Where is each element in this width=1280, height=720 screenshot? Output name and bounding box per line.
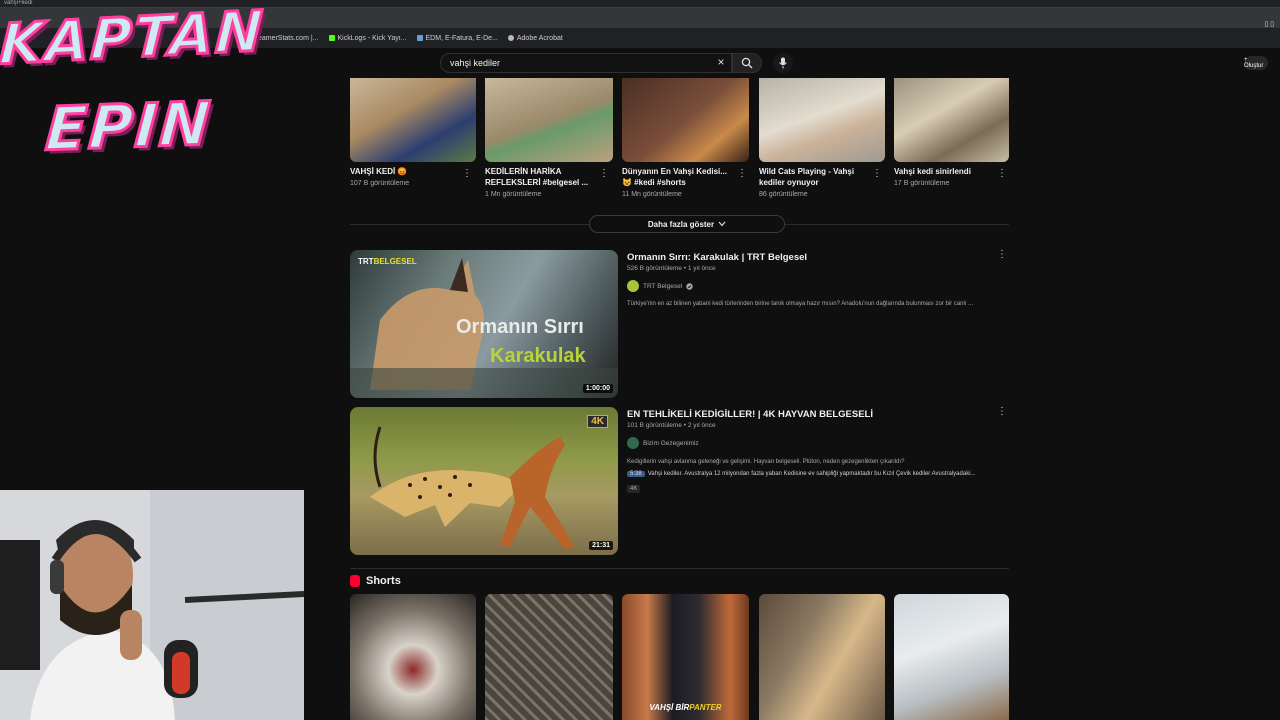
chevron-down-icon [718, 221, 726, 227]
thumb-title-2: Karakulak [490, 345, 586, 367]
logo-line-2: EPIN [42, 88, 216, 167]
video-description: Kedigillerin vahşi avlanma geleneği ve g… [627, 459, 905, 465]
short-thumbnail[interactable] [894, 594, 1009, 720]
thumb-brand: TRTBELGESEL [358, 257, 417, 266]
short-thumbnail[interactable] [759, 594, 885, 720]
voice-search-button[interactable] [773, 53, 793, 73]
video-thumbnail[interactable]: TRTBELGESEL Ormanın Sırrı Karakulak 1:00… [350, 250, 618, 398]
divider [350, 568, 1009, 569]
show-more-label: Daha fazla göster [647, 219, 715, 229]
short-title-line: KEDİLERİN HARİKA [485, 167, 562, 176]
video-title[interactable]: Ormanın Sırrı: Karakulak | TRT Belgesel [627, 252, 807, 263]
video-thumbnail[interactable]: 4K 21:31 [350, 407, 618, 555]
channel-avatar [627, 280, 639, 292]
bookmark-edm[interactable]: EDM, E-Fatura, E-De... [416, 34, 498, 42]
video-meta: 101 B görüntüleme • 2 yıl önce [627, 422, 716, 429]
more-options-icon[interactable]: ⋮ [997, 407, 1007, 417]
short-title-line: Vahşi kedi sinirlendi [894, 167, 971, 176]
short-thumbnail[interactable] [622, 78, 749, 162]
short-title-line: Dünyanın En Vahşi Kedisi... [622, 167, 727, 176]
short-title-line: kediler oynuyor [759, 178, 819, 187]
short-title-line: Wild Cats Playing - Vahşi [759, 167, 855, 176]
chapter-timestamp: 5:38 [627, 471, 645, 477]
short-thumbnail[interactable]: VAHŞİ BİRPANTER [622, 594, 749, 720]
cheetah-illustration [370, 426, 575, 549]
video-title[interactable]: EN TEHLİKELİ KEDİGİLLER! | 4K HAYVAN BEL… [627, 409, 873, 420]
short-title[interactable]: VAHŞİ KEDİ 😡 [350, 166, 407, 177]
short-title[interactable]: KEDİLERİN HARİKA REFLEKSLERİ #belgesel ..… [485, 166, 588, 188]
short-thumbnail[interactable] [485, 594, 613, 720]
chapter-text: Vahşi kediler. Avustralya 12 milyondan f… [647, 471, 976, 477]
short-title-line: VAHŞİ KEDİ 😡 [350, 167, 408, 176]
video-meta: 526 B görüntüleme • 1 yıl önce [627, 265, 716, 272]
short-title-line: REFLEKSLERİ #belgesel ... [485, 178, 589, 187]
short-views: 1 Mn görüntüleme [485, 191, 542, 198]
bookmark-label: Adobe Acrobat [516, 34, 563, 42]
short-thumbnail[interactable] [350, 594, 476, 720]
channel-avatar [627, 437, 639, 449]
duration-badge: 1:00:00 [582, 384, 613, 393]
microphone-icon [779, 57, 787, 69]
webcam-feed [0, 490, 304, 720]
video-description: Türkiye'nin en az bilinen yabani kedi tü… [627, 301, 974, 307]
verified-icon [686, 282, 693, 290]
bookmark-kicklogs[interactable]: KickLogs - Kick Yayı... [328, 34, 407, 42]
short-thumbnail[interactable] [759, 78, 885, 162]
short-views: 11 Mn görüntüleme [622, 191, 682, 198]
quality-tag: 4K [627, 485, 641, 493]
short-title[interactable]: Dünyanın En Vahşi Kedisi... 😺 #kedi #shor… [622, 166, 727, 188]
search-input[interactable]: vahşi kediler [440, 53, 732, 73]
short-caption-a: VAHŞİ BİR [649, 703, 690, 712]
channel-link[interactable]: Bizim Gezegenimiz [627, 437, 699, 449]
shorts-title: Shorts [366, 575, 401, 587]
short-title-line: 😺 #kedi #shorts [622, 178, 686, 187]
duration-badge: 21:31 [589, 541, 613, 550]
bookmark-favicon [507, 35, 514, 41]
short-thumbnail[interactable] [894, 78, 1009, 162]
channel-link[interactable]: TRT Belgesel [627, 280, 693, 292]
short-views: 86 görüntüleme [759, 191, 808, 198]
channel-name: TRT Belgesel [643, 282, 683, 290]
show-more-button[interactable]: Daha fazla göster [589, 215, 785, 233]
more-options-icon[interactable]: ⋮ [872, 169, 882, 179]
short-title[interactable]: Wild Cats Playing - Vahşi kediler oynuyor [759, 166, 854, 188]
more-options-icon[interactable]: ⋮ [737, 169, 747, 179]
bookmark-label: KickLogs - Kick Yayı... [337, 34, 407, 42]
short-caption: VAHŞİ BİRPANTER [622, 703, 749, 712]
screen: vahşi+kedi ▯ ▯ StreamerStats.com |... Ki… [0, 0, 1280, 720]
shorts-section-header: Shorts [350, 575, 401, 587]
window-controls[interactable]: ▯ ▯ [1264, 20, 1274, 28]
short-thumbnail[interactable] [350, 78, 476, 162]
short-views: 17 B görüntüleme [894, 180, 950, 187]
thumb-4k-badge: 4K [587, 415, 608, 428]
bookmark-label: EDM, E-Fatura, E-De... [425, 34, 498, 42]
shorts-icon [350, 575, 360, 587]
thumb-brand-b: BELGESEL [373, 257, 417, 266]
create-button[interactable]: + Oluştur [1244, 56, 1268, 70]
bookmark-favicon [416, 35, 423, 41]
search-query: vahşi kediler [450, 58, 501, 68]
channel-name: Bizim Gezegenimiz [643, 439, 699, 447]
webcam-overlay [0, 490, 304, 720]
short-thumbnail[interactable] [485, 78, 613, 162]
clear-search-icon[interactable]: × [714, 55, 728, 69]
search-icon [741, 57, 753, 69]
short-views: 107 B görüntüleme [350, 180, 410, 187]
thumb-title-1: Ormanın Sırrı [456, 316, 584, 338]
more-options-icon[interactable]: ⋮ [997, 169, 1007, 179]
logo-line-1: KAPTAN [0, 0, 268, 79]
short-title[interactable]: Vahşi kedi sinirlendi [894, 166, 971, 177]
more-options-icon[interactable]: ⋮ [462, 169, 472, 179]
more-options-icon[interactable]: ⋮ [997, 250, 1007, 260]
short-caption-b: PANTER [689, 703, 722, 712]
streamer-logo: KAPTAN EPIN [0, 0, 268, 180]
chapter-snippet[interactable]: 5:38 Vahşi kediler. Avustralya 12 milyond… [627, 471, 976, 477]
thumb-brand-a: TRT [358, 257, 374, 266]
bookmark-adobe[interactable]: Adobe Acrobat [507, 34, 563, 42]
more-options-icon[interactable]: ⋮ [599, 169, 609, 179]
search-button[interactable] [732, 53, 762, 73]
bookmark-favicon [328, 35, 335, 41]
